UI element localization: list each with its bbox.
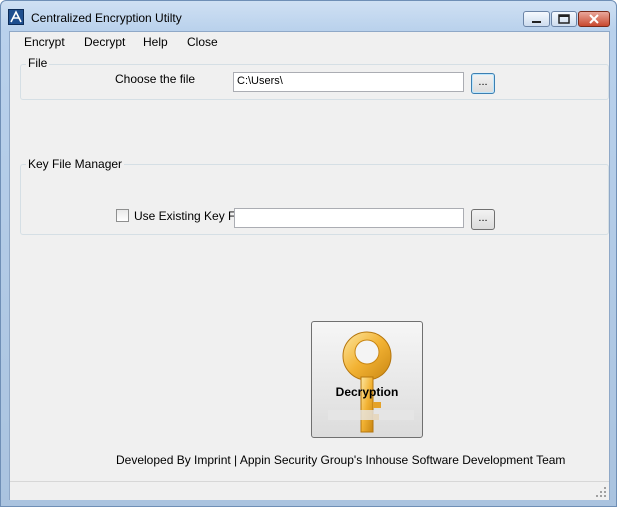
app-window: Centralized Encryption Utilty Encrypt De… [0,0,617,507]
file-path-input[interactable]: C:\Users\ [233,72,464,92]
window-title: Centralized Encryption Utilty [31,11,182,25]
use-existing-key-checkbox[interactable] [116,209,129,222]
menu-bar: Encrypt Decrypt Help Close [10,32,609,54]
app-icon [8,9,24,25]
client-area: Encrypt Decrypt Help Close File Choose t… [9,31,610,500]
key-file-path-input[interactable] [234,208,464,228]
menu-decrypt[interactable]: Decrypt [82,35,127,49]
decryption-button[interactable]: Decryption [311,321,423,438]
browse-key-button[interactable]: ... [471,209,495,230]
footer-credits: Developed By Imprint | Appin Security Gr… [116,453,566,467]
status-bar [10,481,609,500]
menu-help[interactable]: Help [141,35,170,49]
menu-close[interactable]: Close [185,35,220,49]
minimize-button[interactable] [523,11,550,27]
maximize-icon [558,14,570,24]
minimize-icon [532,21,541,23]
title-bar: Centralized Encryption Utilty [1,1,616,31]
choose-file-label: Choose the file [115,72,196,86]
close-icon [589,14,599,24]
key-icon [328,331,414,433]
file-group-label: File [26,56,50,70]
use-existing-key-label: Use Existing Key File [134,209,248,223]
key-file-group-label: Key File Manager [26,157,125,171]
menu-encrypt[interactable]: Encrypt [22,35,67,49]
close-window-button[interactable] [578,11,610,27]
browse-file-button[interactable]: ... [471,73,495,94]
decryption-label: Decryption [335,385,399,399]
resize-grip-icon[interactable] [595,486,607,498]
maximize-button[interactable] [551,11,577,27]
